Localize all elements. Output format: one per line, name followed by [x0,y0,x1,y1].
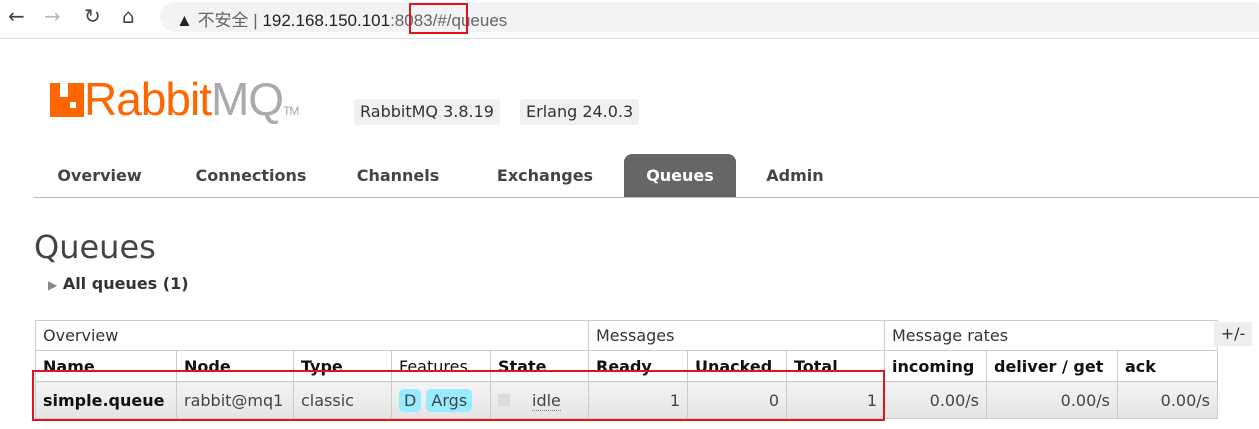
rate-ack: 0.00/s [1117,381,1218,419]
tab-channels[interactable]: Channels [342,154,454,197]
section-title: All queues (1) [62,274,189,293]
rabbitmq-logo: RabbitMQTM [50,72,299,126]
warning-icon: ▲ [176,11,193,30]
tab-exchanges[interactable]: Exchanges [480,154,610,197]
back-icon[interactable]: ← [8,4,25,28]
tab-connections[interactable]: Connections [178,154,324,197]
col-incoming[interactable]: incoming [884,350,987,382]
rabbit-logo-icon [50,83,84,117]
main-tabs: Overview Connections Channels Exchanges … [34,154,1259,198]
group-message-rates: Message rates [884,320,1218,351]
rate-deliver-get: 0.00/s [986,381,1118,419]
all-queues-toggle[interactable]: ▶ All queues (1) [48,274,189,293]
rate-incoming: 0.00/s [884,381,987,419]
toggle-columns-button[interactable]: +/- [1214,322,1252,346]
erlang-badge: Erlang 24.0.3 [520,99,640,125]
group-messages: Messages [588,320,885,351]
col-ack[interactable]: ack [1117,350,1218,382]
forward-icon[interactable]: → [44,4,61,28]
tab-admin[interactable]: Admin [750,154,840,197]
tab-overview[interactable]: Overview [34,154,165,197]
col-deliver-get[interactable]: deliver / get [986,350,1118,382]
home-icon[interactable]: ⌂ [122,4,135,28]
page-title: Queues [34,228,156,266]
annotation-box [409,3,468,34]
security-label: 不安全 [197,11,249,30]
expand-triangle-icon: ▶ [48,278,58,292]
group-overview: Overview [35,320,589,351]
url-host: 192.168.150.101 [262,11,391,30]
tab-queues[interactable]: Queues [624,154,736,197]
reload-icon[interactable]: ↻ [84,4,101,28]
annotation-box [32,370,885,421]
version-badge: RabbitMQ 3.8.19 [354,99,500,125]
